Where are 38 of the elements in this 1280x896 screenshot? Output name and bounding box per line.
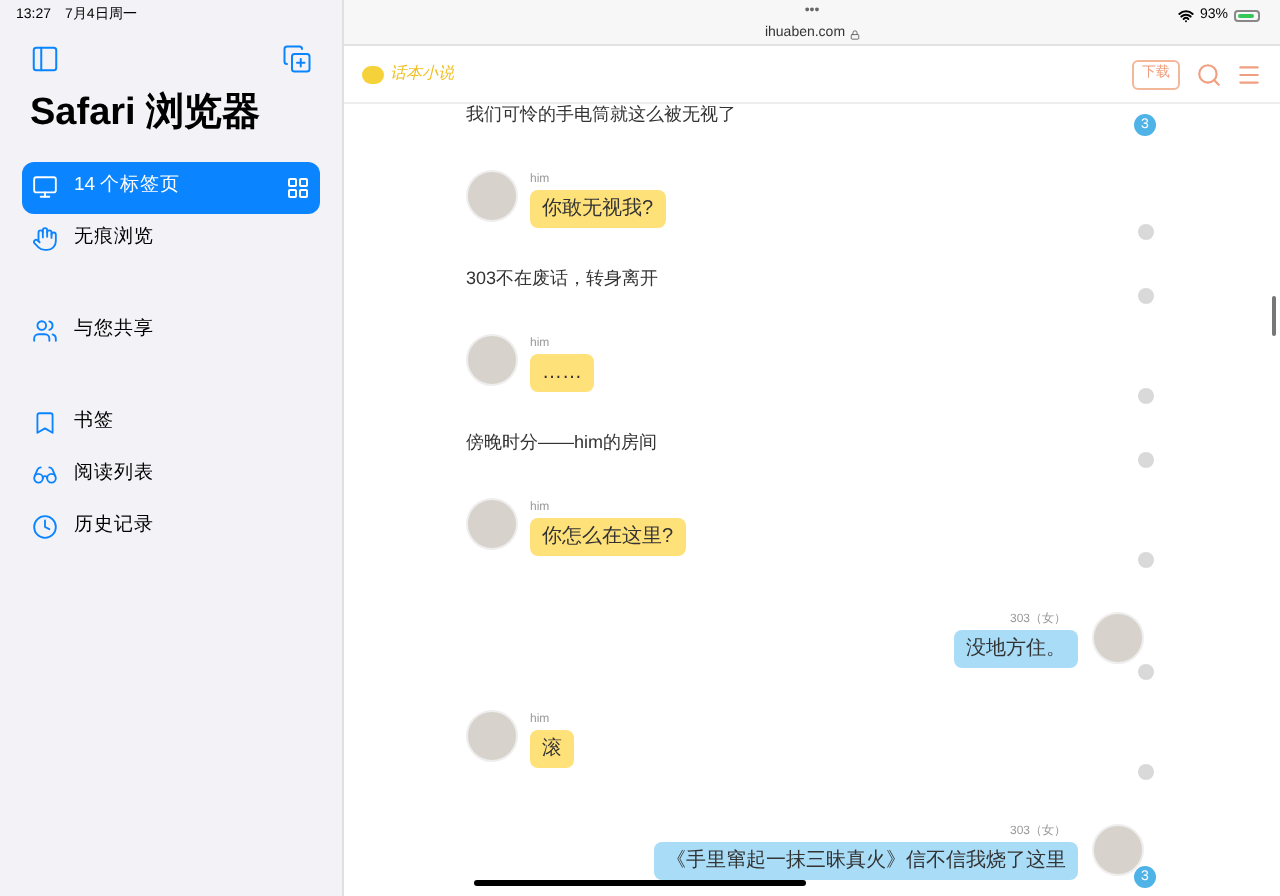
- sidebar-item[interactable]: 阅读列表: [22, 449, 320, 501]
- avatar-placeholder: [466, 334, 518, 386]
- scrollbar-icon: [1272, 296, 1276, 336]
- sidebar-item-icon: [32, 226, 58, 252]
- sidebar-item-icon: [32, 462, 58, 488]
- chat-bubble: 没地方住。: [954, 630, 1078, 668]
- sidebar-toggle-icon[interactable]: [30, 43, 60, 73]
- search-icon[interactable]: [1196, 61, 1222, 87]
- sidebar-item[interactable]: 历史记录: [22, 501, 320, 553]
- avatar-placeholder: [1092, 612, 1144, 664]
- chat-bubble: ……: [530, 354, 594, 392]
- chat-bubble: 《手里窜起一抹三昧真火》信不信我烧了这里: [654, 842, 1078, 880]
- avatar-placeholder: [1092, 824, 1144, 876]
- narration-text: 我们可怜的手电筒就这么被无视了: [466, 102, 738, 128]
- sidebar-title: Safari 浏览器: [30, 89, 263, 137]
- menu-icon[interactable]: [1236, 61, 1262, 87]
- narration-text: 303不在废话，转身离开: [466, 266, 661, 292]
- lock-icon: [849, 29, 860, 40]
- sidebar-item[interactable]: 14 个标签页: [22, 161, 320, 213]
- new-tab-group-icon[interactable]: [282, 43, 312, 73]
- sidebar-item-icon: [32, 410, 58, 436]
- sidebar-item-icon: [32, 174, 58, 200]
- sidebar-item[interactable]: 无痕浏览: [22, 213, 320, 265]
- wifi-icon: [1177, 8, 1194, 25]
- narration-text: 傍晚时分——him的房间: [466, 430, 660, 456]
- sidebar-item-icon: [32, 514, 58, 540]
- sidebar-item[interactable]: 与您共享: [22, 305, 320, 357]
- tab-overview-icon[interactable]: [286, 175, 310, 199]
- avatar-placeholder: [466, 710, 518, 762]
- chat-bubble: 滚: [530, 730, 574, 768]
- sidebar-item[interactable]: 书签: [22, 397, 320, 449]
- battery-icon: [1234, 10, 1260, 23]
- sidebar-item-icon: [32, 318, 58, 344]
- avatar-placeholder: [466, 170, 518, 222]
- chat-bubble: 你敢无视我?: [530, 190, 666, 228]
- avatar-placeholder: [466, 498, 518, 550]
- logo-mascot-icon: [362, 65, 384, 83]
- chat-bubble: 你怎么在这里?: [530, 518, 686, 556]
